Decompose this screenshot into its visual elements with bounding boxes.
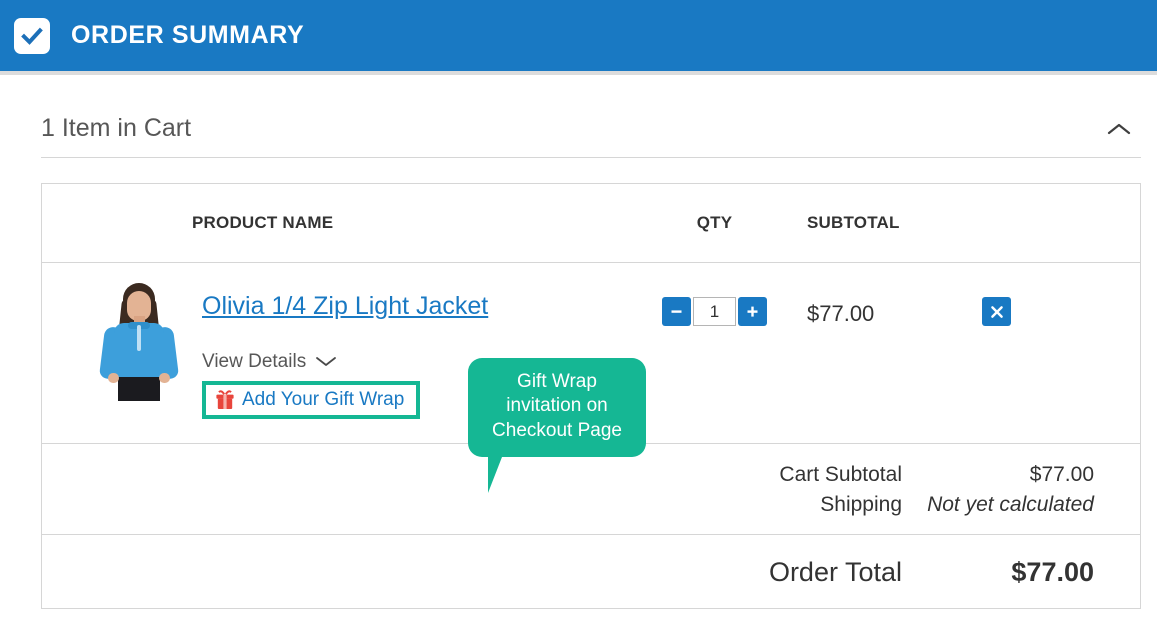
totals-row-shipping: Shipping Not yet calculated <box>42 490 1140 520</box>
qty-decrement-button[interactable] <box>662 297 691 326</box>
shipping-value: Not yet calculated <box>927 493 1094 516</box>
product-name-link[interactable]: Olivia 1/4 Zip Light Jacket <box>202 292 488 321</box>
check-badge-icon <box>14 17 50 54</box>
qty-increment-button[interactable] <box>738 297 767 326</box>
gift-box-icon <box>214 389 236 411</box>
callout-tail <box>488 456 524 493</box>
order-total-label: Order Total <box>768 557 902 587</box>
order-total-row: Order Total $77.00 <box>42 535 1140 609</box>
cart-subtotal-label: Cart Subtotal <box>779 463 902 486</box>
product-thumbnail[interactable] <box>96 281 182 401</box>
callout-line-3: Checkout Page <box>492 419 622 441</box>
th-product-name: PRODUCT NAME <box>192 213 334 232</box>
app-header: ORDER SUMMARY <box>0 0 1157 75</box>
qty-cell <box>622 275 807 326</box>
th-qty: QTY <box>696 213 733 232</box>
page-title: ORDER SUMMARY <box>71 21 305 49</box>
remove-item-button[interactable] <box>982 297 1011 326</box>
totals-block: Cart Subtotal $77.00 Shipping Not yet ca… <box>42 444 1140 535</box>
product-image-cell <box>42 275 192 401</box>
qty-input[interactable] <box>693 297 736 326</box>
callout-line-1: Gift Wrap <box>517 371 597 392</box>
callout-line-2: invitation on <box>506 395 608 417</box>
shipping-label: Shipping <box>820 493 902 516</box>
order-total-value: $77.00 <box>1011 557 1094 587</box>
chevron-down-icon <box>315 355 337 368</box>
add-gift-wrap-link[interactable]: Add Your Gift Wrap <box>242 389 404 411</box>
row-subtotal-cell: $77.00 <box>807 275 982 327</box>
gift-wrap-highlight[interactable]: Add Your Gift Wrap <box>202 380 421 419</box>
view-details-label: View Details <box>202 350 307 372</box>
th-subtotal: SUBTOTAL <box>807 213 900 232</box>
gift-wrap-callout: Gift Wrap invitation on Checkout Page <box>468 358 646 493</box>
row-subtotal-value: $77.00 <box>807 301 875 326</box>
cart-subtotal-value: $77.00 <box>1029 463 1094 486</box>
totals-row-subtotal: Cart Subtotal $77.00 <box>42 460 1140 490</box>
chevron-up-icon[interactable] <box>1107 122 1131 141</box>
cart-section-header[interactable]: 1 Item in Cart <box>41 71 1141 158</box>
cart-item-count: 1 Item in Cart <box>41 114 192 142</box>
row-actions-cell <box>982 275 1132 326</box>
table-header-row: PRODUCT NAME QTY SUBTOTAL <box>42 184 1140 263</box>
